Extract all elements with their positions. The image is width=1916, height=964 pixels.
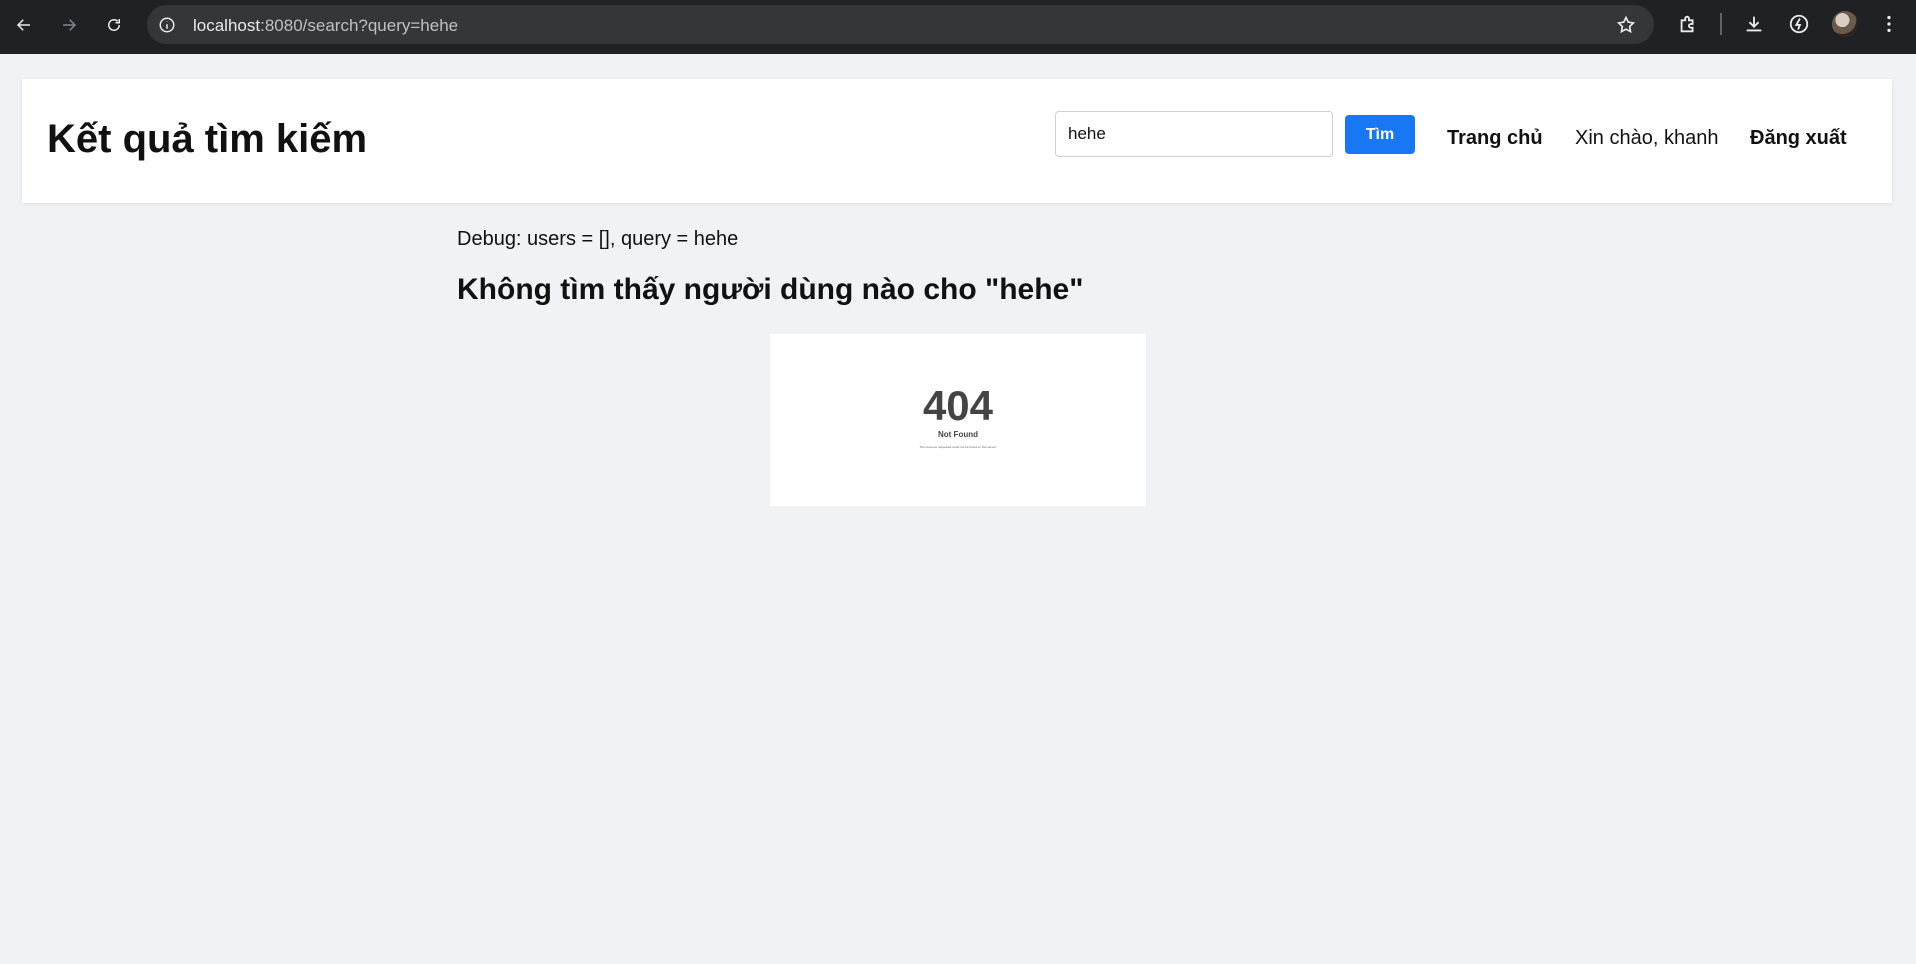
- url-text[interactable]: localhost:8080/search?query=hehe: [193, 16, 458, 36]
- error-code: 404: [922, 382, 994, 429]
- browser-toolbar: localhost:8080/search?query=hehe: [0, 0, 1916, 54]
- star-icon[interactable]: [1616, 15, 1636, 35]
- page-header: Kết quả tìm kiếm Tìm Trang chủ Xin chào,…: [22, 79, 1892, 203]
- reload-icon[interactable]: [98, 9, 130, 41]
- forward-icon[interactable]: [53, 9, 85, 41]
- url-host: localhost: [193, 16, 261, 35]
- home-link[interactable]: Trang chủ: [1447, 127, 1543, 150]
- info-icon[interactable]: [157, 15, 177, 35]
- error-title: Not Found: [938, 430, 978, 439]
- address-bar[interactable]: localhost:8080/search?query=hehe: [147, 5, 1654, 44]
- page-title: Kết quả tìm kiếm: [47, 117, 368, 161]
- back-icon[interactable]: [8, 9, 40, 41]
- download-icon[interactable]: [1741, 11, 1767, 37]
- performance-icon[interactable]: [1786, 11, 1812, 37]
- menu-icon[interactable]: [1876, 11, 1902, 37]
- debug-text: Debug: users = [], query = hehe: [457, 228, 739, 250]
- logout-link[interactable]: Đăng xuất: [1750, 127, 1847, 150]
- extensions-icon[interactable]: [1675, 11, 1701, 37]
- url-path: :8080/search?query=hehe: [260, 16, 459, 35]
- error-message: The resource requested could not be foun…: [919, 445, 997, 449]
- toolbar-separator: [1720, 13, 1722, 35]
- no-results-heading: Không tìm thấy người dùng nào cho "hehe": [457, 273, 1084, 306]
- avatar[interactable]: [1832, 11, 1858, 37]
- error-404-frame: 404 Not Found The resource requested cou…: [770, 334, 1146, 506]
- search-button[interactable]: Tìm: [1345, 115, 1415, 154]
- greeting-text: Xin chào, khanh: [1575, 127, 1719, 149]
- search-input[interactable]: [1055, 111, 1333, 157]
